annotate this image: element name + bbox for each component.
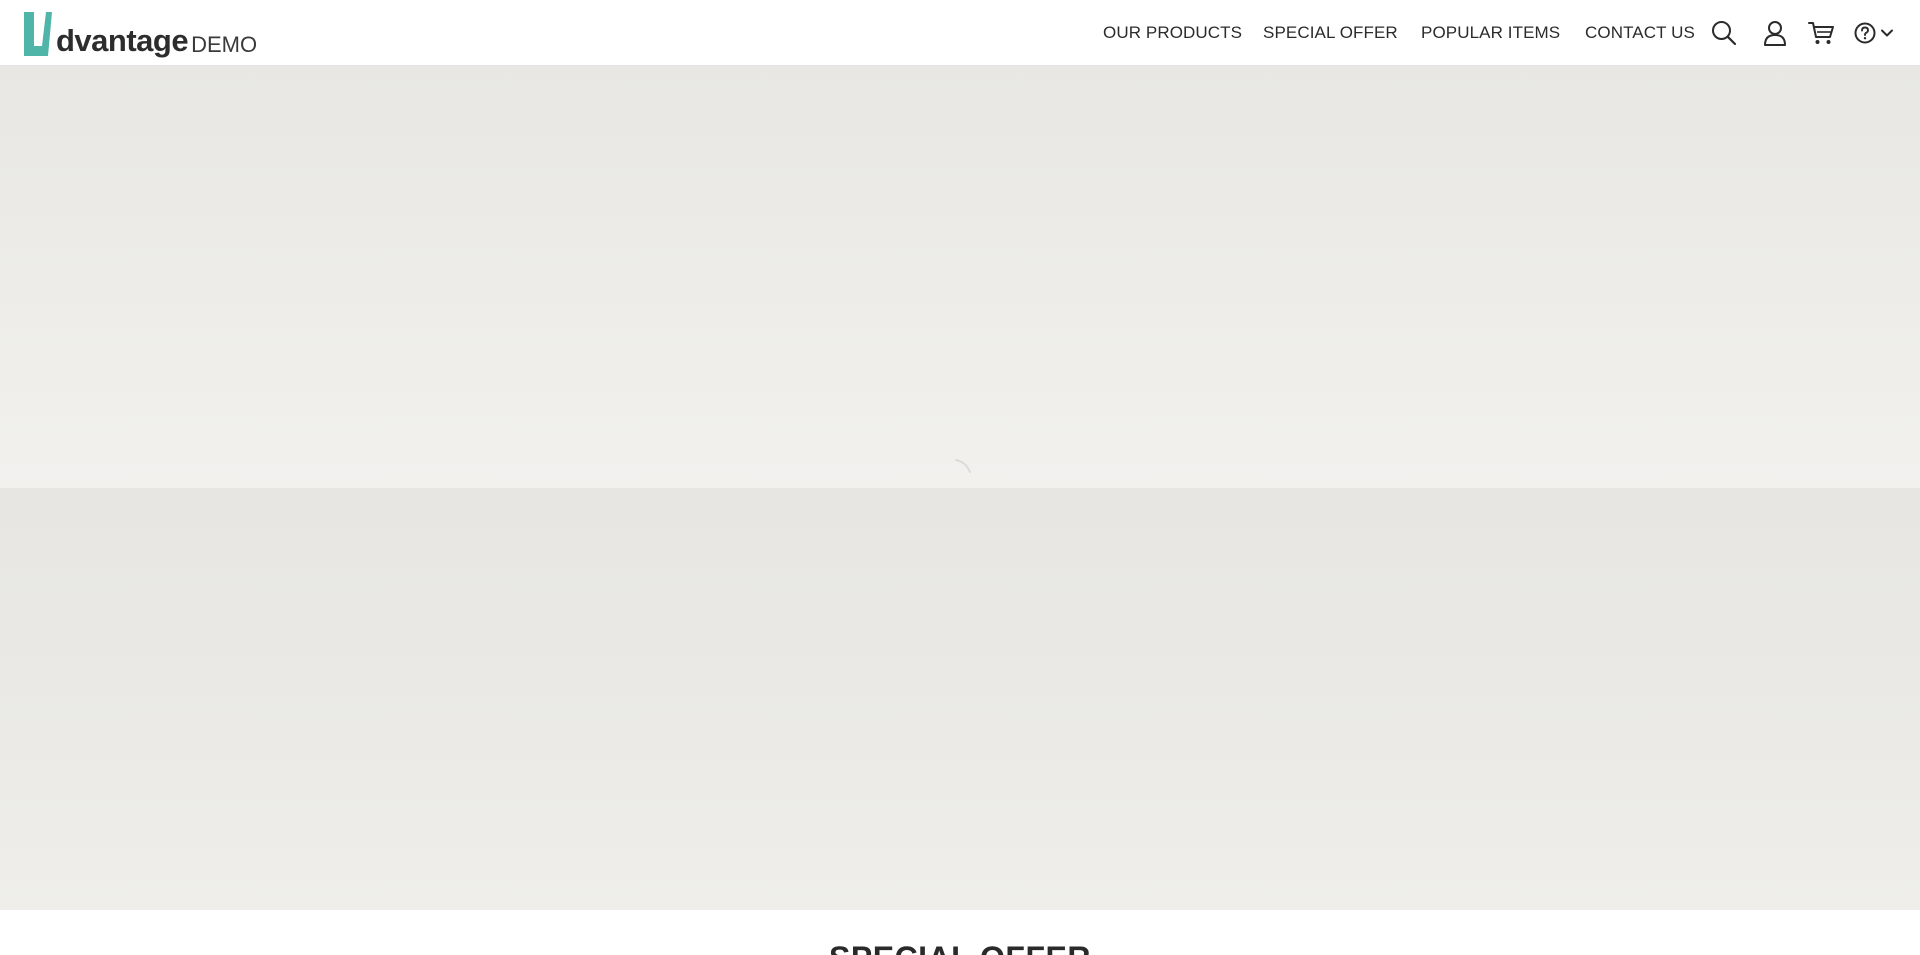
page: dvantage DEMO OUR PRODUCTS SPECIAL OFFER… xyxy=(0,0,1920,955)
logo-a-icon xyxy=(24,12,52,56)
help-menu-button[interactable] xyxy=(1853,18,1897,48)
nav-contact-us[interactable]: CONTACT US xyxy=(1585,23,1695,43)
hero-banner-2 xyxy=(0,488,1920,910)
nav-popular-items[interactable]: POPULAR ITEMS xyxy=(1421,23,1560,43)
logo-word: dvantage xyxy=(56,23,189,58)
nav-special-offer[interactable]: SPECIAL OFFER xyxy=(1263,23,1398,43)
logo-demo: DEMO xyxy=(191,32,258,57)
user-icon xyxy=(1764,21,1786,46)
search-icon xyxy=(1712,21,1737,46)
section-title: SPECIAL OFFER xyxy=(0,942,1920,955)
cart-button[interactable] xyxy=(1806,18,1836,48)
cart-icon xyxy=(1808,22,1834,44)
help-icon xyxy=(1854,22,1876,44)
site-header: dvantage DEMO OUR PRODUCTS SPECIAL OFFER… xyxy=(0,0,1920,66)
hero-banner-1 xyxy=(0,66,1920,488)
user-menu-button[interactable] xyxy=(1760,18,1790,48)
chevron-down-icon xyxy=(1881,29,1893,37)
loading-spinner-icon xyxy=(955,459,971,473)
search-button[interactable] xyxy=(1709,18,1739,48)
logo[interactable]: dvantage DEMO xyxy=(22,8,257,58)
nav-our-products[interactable]: OUR PRODUCTS xyxy=(1103,23,1242,43)
